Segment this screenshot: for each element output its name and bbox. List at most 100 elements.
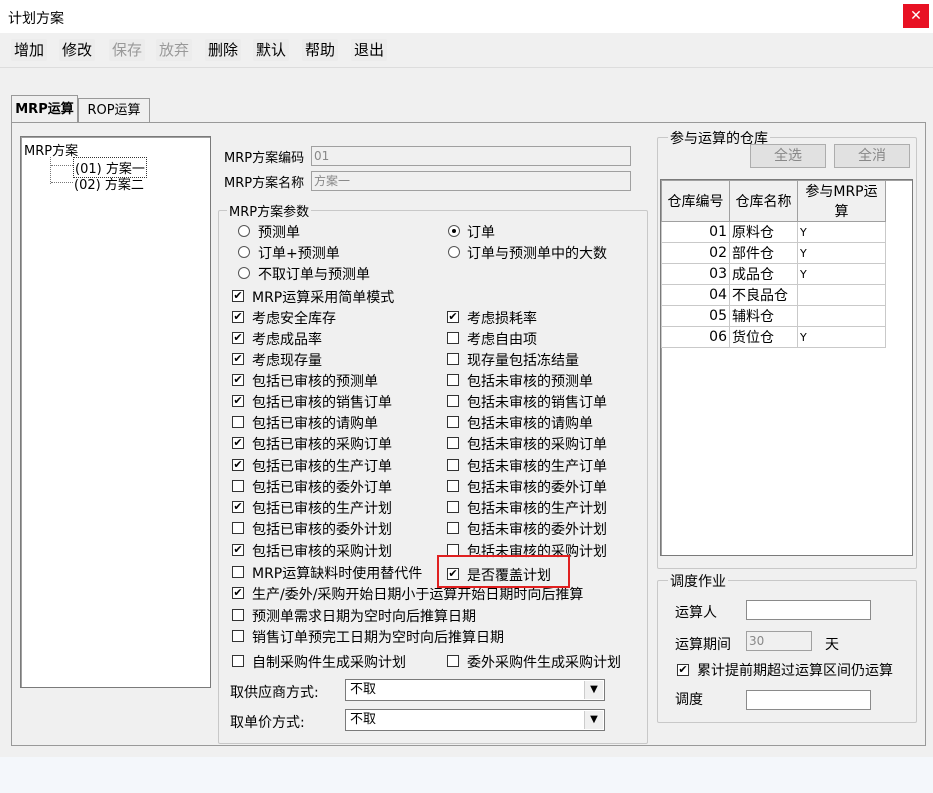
check-safety-stock[interactable]: ✔: [232, 311, 244, 323]
check-approved-purchase[interactable]: ✔: [232, 437, 244, 449]
radio-none[interactable]: [238, 267, 250, 279]
check-approved-prod-plan[interactable]: ✔: [232, 501, 244, 513]
check-free-item-label: 考虑自由项: [467, 332, 537, 348]
cell-code: 05: [661, 305, 730, 327]
col-warehouse-code[interactable]: 仓库编号: [661, 180, 730, 222]
table-row[interactable]: 05 辅料仓: [661, 305, 886, 327]
plan-tree[interactable]: MRP方案 (01) 方案一 (02) 方案二: [20, 136, 211, 688]
check-unapproved-production[interactable]: [447, 459, 459, 471]
plan-name-field[interactable]: 方案一: [311, 171, 631, 191]
check-unapproved-outsource-label: 包括未审核的委外订单: [467, 480, 607, 496]
col-warehouse-name[interactable]: 仓库名称: [729, 180, 798, 222]
check-free-item[interactable]: [447, 332, 459, 344]
edit-button[interactable]: 修改: [59, 39, 96, 61]
operator-field[interactable]: [746, 600, 871, 620]
window-title: 计划方案: [8, 11, 64, 27]
period-field[interactable]: 30: [746, 631, 812, 651]
check-unapproved-requisition[interactable]: [447, 416, 459, 428]
dispatch-label: 调度: [675, 692, 703, 708]
select-all-button[interactable]: 全选: [750, 144, 826, 168]
default-button[interactable]: 默认: [253, 39, 290, 61]
save-button[interactable]: 保存: [109, 39, 146, 61]
table-row[interactable]: 02 部件仓 Y: [661, 242, 886, 264]
check-yield-rate[interactable]: ✔: [232, 332, 244, 344]
check-approved-purchase-plan[interactable]: ✔: [232, 544, 244, 556]
check-unapproved-sales[interactable]: [447, 395, 459, 407]
price-mode-value: 不取: [350, 712, 377, 727]
plan-code-field[interactable]: 01: [311, 146, 631, 166]
cell-participate[interactable]: Y: [797, 263, 886, 285]
radio-forecast[interactable]: [238, 225, 250, 237]
check-unapproved-production-label: 包括未审核的生产订单: [467, 459, 607, 475]
delete-button[interactable]: 删除: [205, 39, 242, 61]
check-frozen[interactable]: [447, 353, 459, 365]
check-unapproved-outsource-plan[interactable]: [447, 522, 459, 534]
cell-name: 原料仓: [729, 221, 798, 243]
check-unapproved-outsource[interactable]: [447, 480, 459, 492]
chevron-down-icon[interactable]: ▼: [584, 681, 603, 699]
cell-participate[interactable]: [797, 305, 886, 327]
radio-order-plus-forecast[interactable]: [238, 246, 250, 258]
check-substitute[interactable]: [232, 566, 244, 578]
table-row[interactable]: 03 成品仓 Y: [661, 263, 886, 285]
schedule-legend: 调度作业: [668, 571, 728, 591]
table-row[interactable]: 06 货位仓 Y: [661, 326, 886, 348]
add-button[interactable]: 增加: [11, 39, 48, 61]
table-row[interactable]: 01 原料仓 Y: [661, 221, 886, 243]
check-approved-forecast-label: 包括已审核的预测单: [252, 374, 378, 390]
cell-participate[interactable]: Y: [797, 221, 886, 243]
check-approved-outsource-plan[interactable]: [232, 522, 244, 534]
help-button[interactable]: 帮助: [302, 39, 339, 61]
discard-button[interactable]: 放弃: [156, 39, 193, 61]
tab-rop[interactable]: ROP运算: [78, 98, 150, 123]
supplier-mode-value: 不取: [350, 682, 377, 697]
check-simple-mode[interactable]: ✔: [232, 290, 244, 302]
check-approved-production[interactable]: ✔: [232, 459, 244, 471]
dispatch-field[interactable]: [746, 690, 871, 710]
check-sales-empty-date[interactable]: [232, 630, 244, 642]
cell-code: 04: [661, 284, 730, 306]
cell-code: 03: [661, 263, 730, 285]
radio-order[interactable]: [448, 225, 460, 237]
period-unit: 天: [825, 637, 839, 653]
check-approved-sales[interactable]: ✔: [232, 395, 244, 407]
check-approved-forecast[interactable]: ✔: [232, 374, 244, 386]
check-approved-requisition[interactable]: [232, 416, 244, 428]
price-mode-select[interactable]: 不取 ▼: [345, 709, 605, 731]
check-unapproved-purchase[interactable]: [447, 437, 459, 449]
radio-none-label: 不取订单与预测单: [258, 267, 370, 283]
check-unapproved-forecast[interactable]: [447, 374, 459, 386]
cell-participate[interactable]: Y: [797, 326, 886, 348]
check-unapproved-prod-plan-label: 包括未审核的生产计划: [467, 501, 607, 517]
close-button[interactable]: ✕: [903, 4, 929, 28]
supplier-mode-select[interactable]: 不取 ▼: [345, 679, 605, 701]
exit-button[interactable]: 退出: [351, 39, 388, 61]
check-unapproved-prod-plan[interactable]: [447, 501, 459, 513]
check-approved-outsource[interactable]: [232, 480, 244, 492]
cell-name: 不良品仓: [729, 284, 798, 306]
table-row[interactable]: 04 不良品仓: [661, 284, 886, 306]
check-accumulate[interactable]: ✔: [677, 664, 689, 676]
check-loss-rate[interactable]: ✔: [447, 311, 459, 323]
radio-forecast-label: 预测单: [258, 225, 300, 241]
tree-item-plan-02[interactable]: (02) 方案二: [74, 174, 144, 193]
tree-root[interactable]: MRP方案: [24, 140, 78, 159]
cell-code: 06: [661, 326, 730, 348]
check-outsource-purchase[interactable]: [447, 655, 459, 667]
radio-order-label: 订单: [467, 225, 495, 241]
check-backward-schedule[interactable]: ✔: [232, 587, 244, 599]
check-self-made-purchase[interactable]: [232, 655, 244, 667]
check-forecast-empty-date[interactable]: [232, 609, 244, 621]
radio-max-order-forecast[interactable]: [448, 246, 460, 258]
mrp-params-legend: MRP方案参数: [227, 201, 312, 220]
chevron-down-icon[interactable]: ▼: [584, 711, 603, 729]
clear-all-button[interactable]: 全消: [834, 144, 910, 168]
check-on-hand[interactable]: ✔: [232, 353, 244, 365]
check-approved-purchase-plan-label: 包括已审核的采购计划: [252, 544, 392, 560]
check-unapproved-purchase-label: 包括未审核的采购订单: [467, 437, 607, 453]
check-unapproved-forecast-label: 包括未审核的预测单: [467, 374, 593, 390]
cell-participate[interactable]: Y: [797, 242, 886, 264]
col-participate[interactable]: 参与MRP运算: [797, 180, 886, 222]
cell-participate[interactable]: [797, 284, 886, 306]
tab-mrp[interactable]: MRP运算: [11, 95, 78, 123]
